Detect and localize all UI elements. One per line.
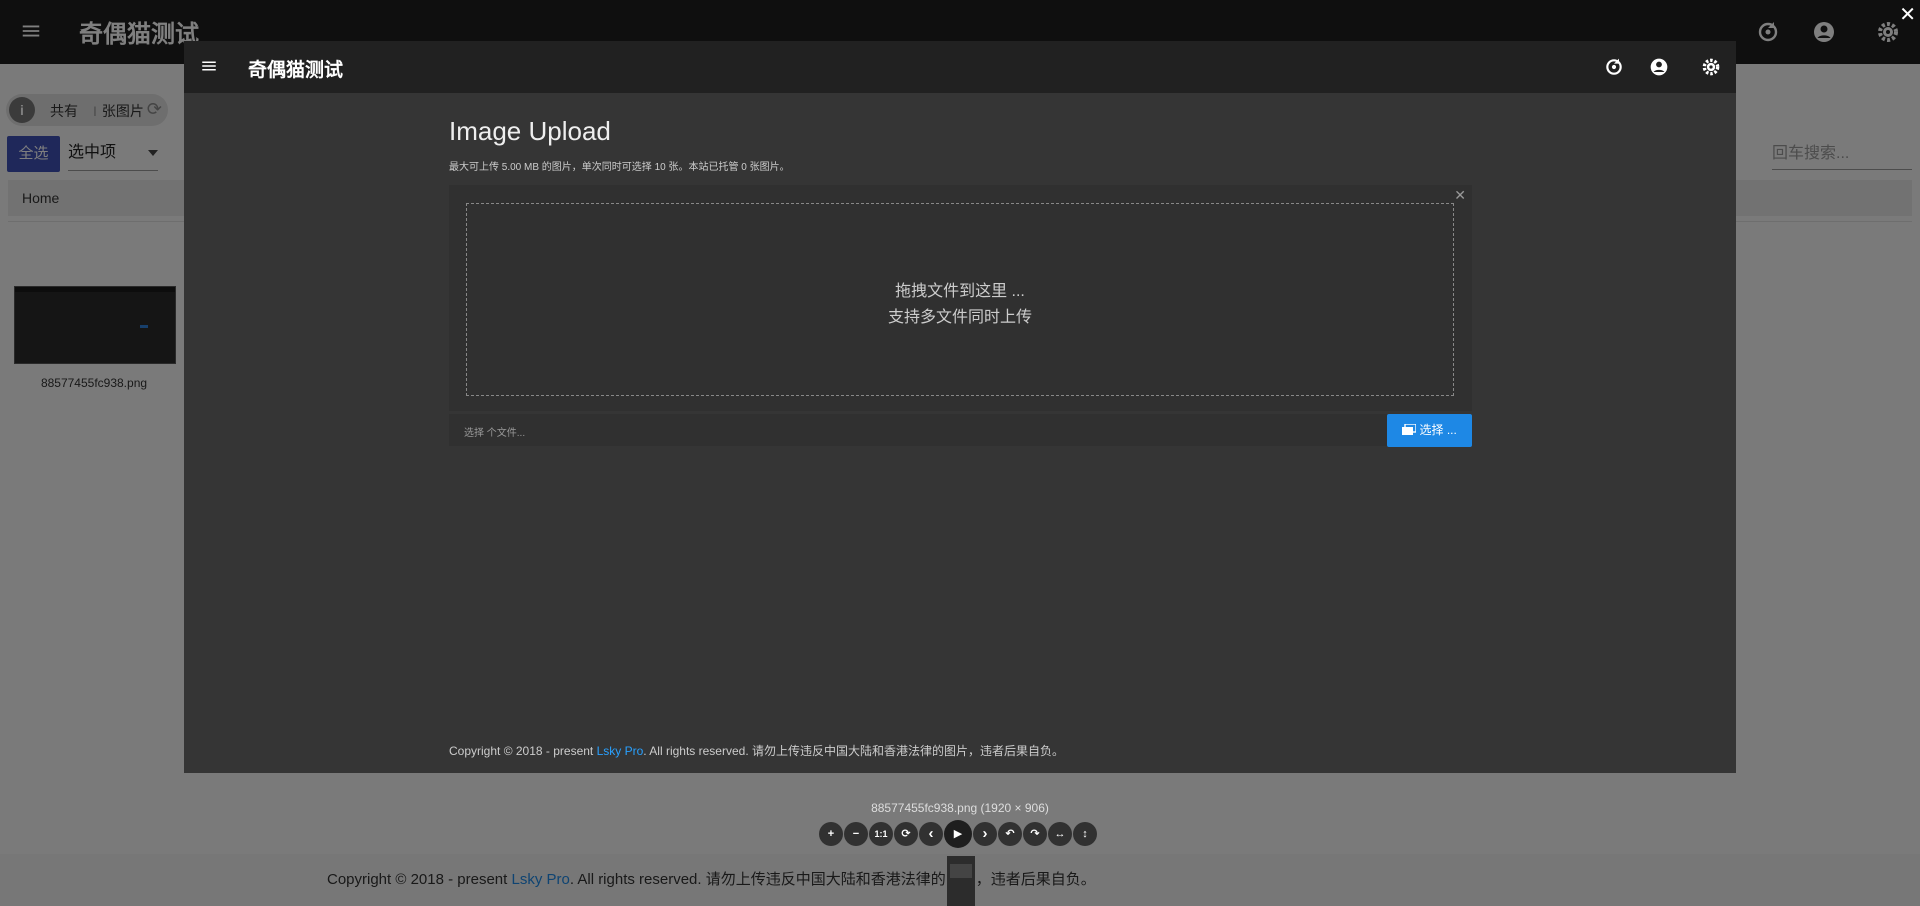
one-to-one-button[interactable]: 1:1 <box>869 822 893 846</box>
close-icon: ✕ <box>1454 187 1466 203</box>
drop-zone-line1: 拖拽文件到这里 ... <box>895 283 1025 300</box>
file-input-row: 选择 个文件... 选择 ... <box>449 414 1472 447</box>
zoom-out-button[interactable]: − <box>844 822 868 846</box>
close-icon[interactable]: ✕ <box>1899 2 1916 27</box>
zoom-in-button[interactable]: + <box>819 822 843 846</box>
drop-zone-line2: 支持多文件同时上传 <box>887 309 1032 326</box>
preview-settings-icon <box>1701 57 1721 77</box>
preview-footer: Copyright © 2018 - present Lsky Pro. All… <box>449 742 1064 759</box>
preview-app-bar: 奇偶猫测试 <box>184 41 1736 93</box>
preview-refresh-icon <box>1604 57 1624 77</box>
image-caption: 88577455fc938.png (1920 × 906) <box>871 801 1049 815</box>
flip-horizontal-button[interactable]: ↔ <box>1048 822 1072 846</box>
page-title: Image Upload <box>449 116 611 146</box>
flip-vertical-button[interactable]: ↕ <box>1073 822 1097 846</box>
preview-menu-icon <box>200 57 218 80</box>
preview-title: 奇偶猫测试 <box>248 60 344 81</box>
preview-footer-prefix: Copyright © 2018 - present <box>449 744 597 758</box>
navbar-thumbnail[interactable] <box>950 864 972 878</box>
drop-zone: 拖拽文件到这里 ... 支持多文件同时上传 <box>466 203 1454 396</box>
preview-footer-suffix: . All rights reserved. 请勿上传违反中国大陆和香港法律的图… <box>643 744 1064 758</box>
prev-button[interactable]: ‹ <box>919 822 943 846</box>
image-viewer-overlay: ✕ 奇偶猫测试 Image Upload 最大可上传 5.00 MB 的图片，单… <box>0 0 1920 906</box>
rotate-left-button[interactable]: ↶ <box>998 822 1022 846</box>
reset-button[interactable]: ⟳ <box>894 822 918 846</box>
choose-files-button: 选择 ... <box>1387 414 1472 447</box>
preview-account-icon <box>1649 57 1669 77</box>
preview-footer-link: Lsky Pro <box>596 744 644 758</box>
upload-panel: ✕ 拖拽文件到这里 ... 支持多文件同时上传 <box>449 185 1472 411</box>
image-preview: 奇偶猫测试 Image Upload 最大可上传 5.00 MB 的图片，单次同… <box>184 41 1736 773</box>
choose-files-label: 选择 ... <box>1419 423 1457 437</box>
rotate-right-button[interactable]: ↷ <box>1023 822 1047 846</box>
thumbnail-navbar[interactable] <box>947 856 975 906</box>
next-button[interactable]: › <box>973 822 997 846</box>
viewer-toolbar: + − 1:1 ⟳ ‹ ▶ › ↶ ↷ ↔ ↕ <box>819 820 1097 848</box>
upload-limits-text: 最大可上传 5.00 MB 的图片，单次同时可选择 10 张。本站已托管 0 张… <box>449 162 790 173</box>
images-icon <box>1402 423 1419 437</box>
play-button[interactable]: ▶ <box>944 820 972 848</box>
file-input: 选择 个文件... <box>464 428 526 439</box>
